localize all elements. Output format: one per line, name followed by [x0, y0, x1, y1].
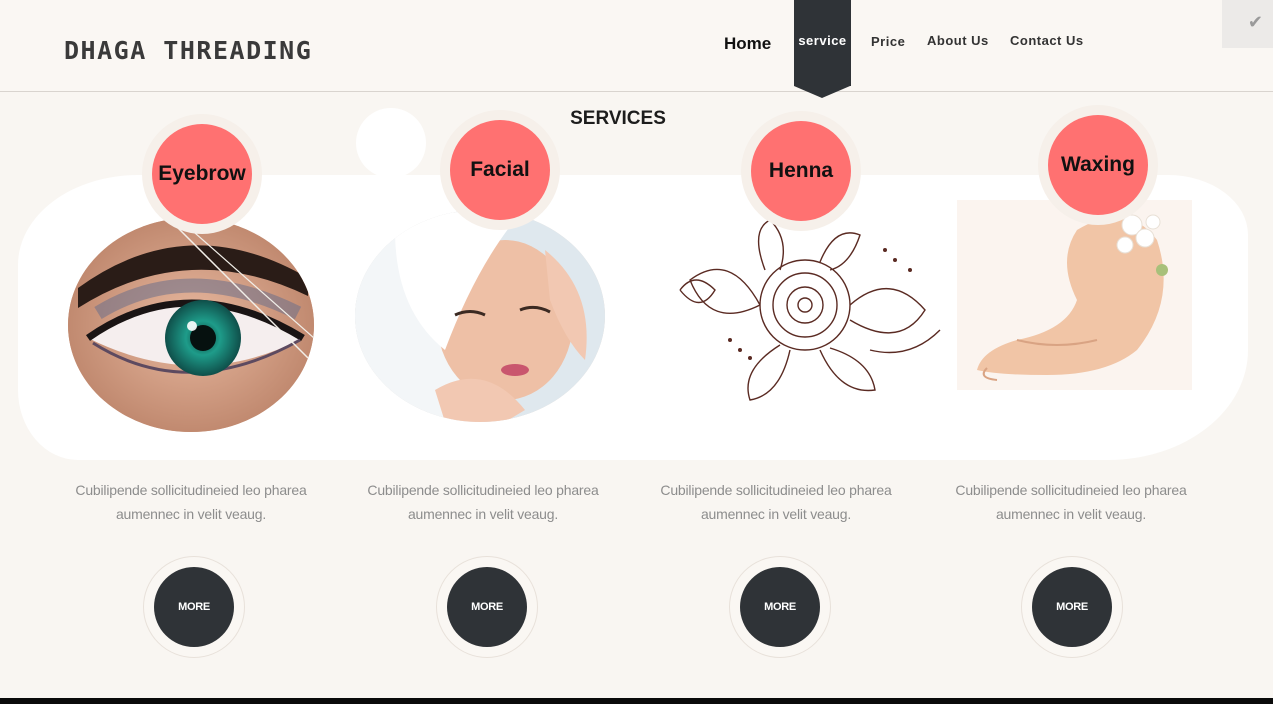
description-line-1: Cubilipende sollicitudineied leo pharea	[660, 482, 892, 498]
badge-label-henna: Henna	[751, 121, 851, 221]
description-line-2: aumennec in velit veaug.	[995, 506, 1147, 522]
service-description: Cubilipende sollicitudineied leo pharea …	[630, 478, 922, 526]
description-line-1: Cubilipende sollicitudineied leo pharea	[367, 482, 599, 498]
facial-massage-photo	[355, 210, 605, 422]
more-button-ring: MORE	[1021, 556, 1123, 658]
eye-threading-image	[68, 218, 314, 432]
henna-pattern-illustration	[679, 219, 941, 401]
corner-widget[interactable]: ✔	[1222, 0, 1273, 48]
more-button-waxing[interactable]: MORE	[1032, 567, 1112, 647]
service-card-henna: Henna Cubilipende sollicitudineied leo p…	[630, 0, 945, 704]
waxing-image	[957, 200, 1192, 390]
check-icon: ✔	[1247, 12, 1263, 33]
more-button-facial[interactable]: MORE	[447, 567, 527, 647]
badge-eyebrow: Eyebrow	[142, 114, 262, 234]
more-button-ring: MORE	[143, 556, 245, 658]
description-line-1: Cubilipende sollicitudineied leo pharea	[75, 482, 307, 498]
badge-label-eyebrow: Eyebrow	[152, 124, 252, 224]
description-line-2: aumennec in velit veaug.	[700, 506, 852, 522]
badge-label-facial: Facial	[450, 120, 550, 220]
bottom-bar	[0, 698, 1273, 704]
more-button-ring: MORE	[729, 556, 831, 658]
description-line-2: aumennec in velit veaug.	[407, 506, 559, 522]
service-description: Cubilipende sollicitudineied leo pharea …	[925, 478, 1217, 526]
description-line-1: Cubilipende sollicitudineied leo pharea	[955, 482, 1187, 498]
badge-label-waxing: Waxing	[1048, 115, 1148, 215]
more-button-henna[interactable]: MORE	[740, 567, 820, 647]
service-description: Cubilipende sollicitudineied leo pharea …	[337, 478, 629, 526]
more-button-ring: MORE	[436, 556, 538, 658]
henna-image	[670, 210, 945, 410]
waxing-legs-photo	[957, 200, 1192, 390]
service-card-eyebrow: Eyebrow Cubilipende sollicitudineied leo…	[45, 0, 337, 704]
service-card-waxing: Waxing Cubilipende sollicitudineied leo …	[925, 0, 1217, 704]
service-description: Cubilipende sollicitudineied leo pharea …	[45, 478, 337, 526]
more-button-eyebrow[interactable]: MORE	[154, 567, 234, 647]
badge-henna: Henna	[741, 111, 861, 231]
facial-image	[355, 210, 605, 422]
badge-facial: Facial	[440, 110, 560, 230]
service-card-facial: Facial Cubilipende sollicitudineied leo …	[337, 0, 629, 704]
badge-waxing: Waxing	[1038, 105, 1158, 225]
eye-threading-photo	[68, 218, 314, 432]
description-line-2: aumennec in velit veaug.	[115, 506, 267, 522]
